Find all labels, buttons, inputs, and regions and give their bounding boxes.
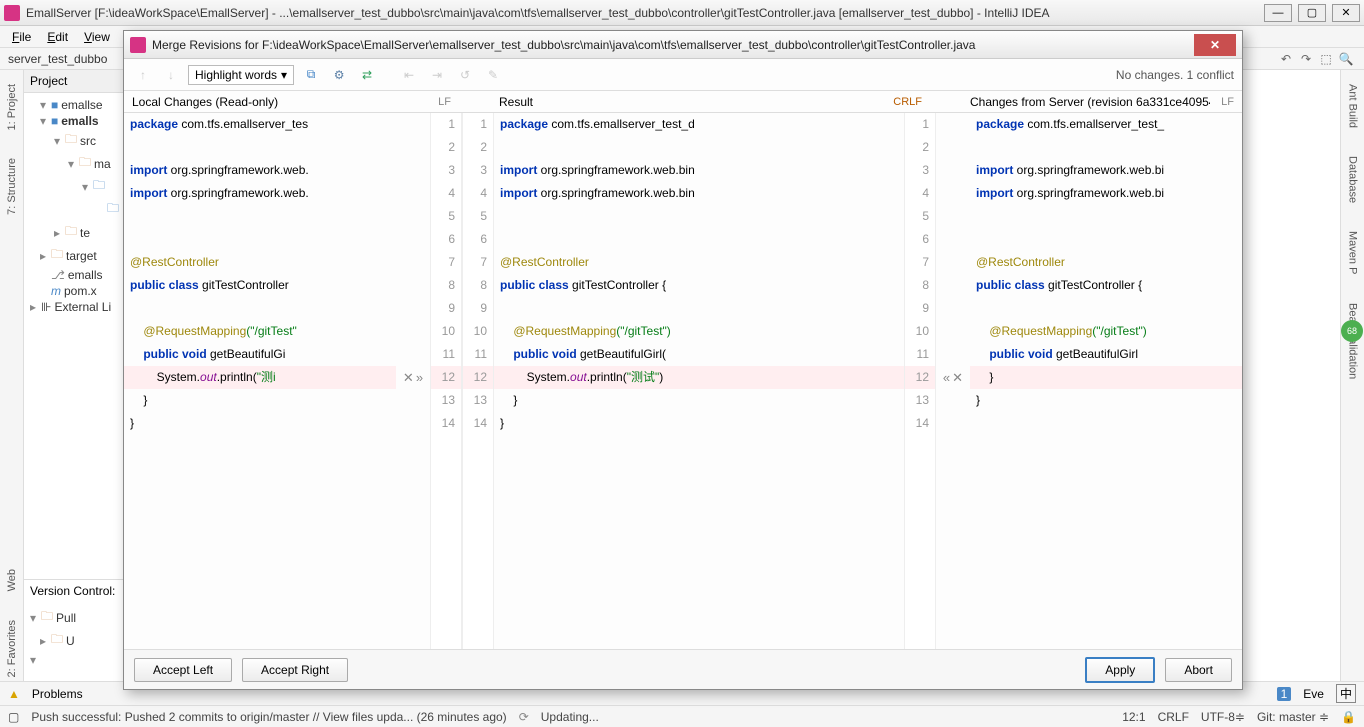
collapse-icon[interactable]: ⧉ — [300, 64, 322, 86]
right-code-pane[interactable]: package com.tfs.emallserver_test_import … — [970, 113, 1242, 649]
accept-left-button[interactable]: Accept Left — [134, 658, 232, 682]
merge-body: package com.tfs.emallserver_tesimport or… — [124, 113, 1242, 649]
status-message: Push successful: Pushed 2 commits to ori… — [31, 710, 506, 724]
tab-ant-build[interactable]: Ant Build — [1347, 80, 1359, 132]
problems-tab[interactable]: Problems — [32, 687, 83, 701]
left-gutter: 1234567891011121314 — [430, 113, 462, 649]
accept-left-icon[interactable]: » — [416, 370, 423, 385]
window-title: EmallServer [F:\ideaWorkSpace\EmallServe… — [26, 6, 1264, 20]
accept-right-icon[interactable]: « — [943, 370, 950, 385]
mid-right-gutter: 1234567891011121314 — [904, 113, 936, 649]
status-updating: Updating... — [541, 710, 599, 724]
accept-right-button[interactable]: Accept Right — [242, 658, 348, 682]
menu-file[interactable]: File — [4, 28, 39, 46]
project-header: Project — [24, 70, 123, 93]
project-tree[interactable]: ▾■emallse ▾■emalls ▾🗀src ▾🗀ma ▾🗀 🗀 ▸🗀te … — [24, 93, 123, 319]
forward-icon[interactable]: ↷ — [1296, 49, 1316, 69]
dialog-footer: Accept Left Accept Right Apply Abort — [124, 649, 1242, 689]
dialog-toolbar: ↑ ↓ Highlight words▾ ⧉ ⚙ ⇄ ⇤ ⇥ ↺ ✎ No ch… — [124, 59, 1242, 91]
window-titlebar: EmallServer [F:\ideaWorkSpace\EmallServe… — [0, 0, 1364, 26]
minimize-button[interactable]: — — [1264, 4, 1292, 22]
reject-right-icon[interactable]: ✕ — [952, 370, 963, 386]
git-branch[interactable]: Git: master ≑ — [1257, 710, 1329, 724]
apply-right-icon[interactable]: ⇥ — [426, 64, 448, 86]
search-icon[interactable]: 🔍 — [1336, 49, 1356, 69]
highlight-dropdown[interactable]: Highlight words▾ — [188, 65, 294, 85]
right-line-ending: LF — [1221, 96, 1234, 108]
dialog-title: Merge Revisions for F:\ideaWorkSpace\Ema… — [152, 38, 1194, 52]
tab-web[interactable]: Web — [6, 565, 18, 595]
conflict-status: No changes. 1 conflict — [1116, 68, 1234, 82]
gear-icon[interactable]: ⚙ — [328, 64, 350, 86]
event-log-tab[interactable]: Eve — [1303, 687, 1324, 701]
project-header-label: Project — [30, 74, 67, 88]
project-tool-window: Project ▾■emallse ▾■emalls ▾🗀src ▾🗀ma ▾🗀… — [24, 70, 124, 681]
left-tool-stripe: 1: Project 7: Structure Web 2: Favorites — [0, 70, 24, 681]
menu-edit[interactable]: Edit — [39, 28, 76, 46]
result-code-pane[interactable]: package com.tfs.emallserver_test_dimport… — [494, 113, 904, 649]
result-pane-label: Result — [499, 95, 533, 109]
reject-left-icon[interactable]: ✕ — [403, 370, 414, 386]
left-merge-controls: ✕» — [396, 113, 430, 649]
next-diff-icon[interactable]: ↓ — [160, 64, 182, 86]
settings-icon[interactable]: ⬚ — [1316, 49, 1336, 69]
dialog-icon — [130, 37, 146, 53]
left-pane-label: Local Changes (Read-only) — [132, 95, 278, 109]
mid-left-gutter: 1234567891011121314 — [462, 113, 494, 649]
sync-scroll-icon[interactable]: ⇄ — [356, 64, 378, 86]
maximize-button[interactable]: ▢ — [1298, 4, 1326, 22]
close-button[interactable]: ✕ — [1332, 4, 1360, 22]
result-line-ending: CRLF — [893, 96, 922, 108]
app-icon — [4, 5, 20, 21]
tab-structure[interactable]: 7: Structure — [6, 154, 18, 219]
dialog-close-button[interactable]: ✕ — [1194, 34, 1236, 56]
dialog-titlebar: Merge Revisions for F:\ideaWorkSpace\Ema… — [124, 31, 1242, 59]
prev-diff-icon[interactable]: ↑ — [132, 64, 154, 86]
apply-button[interactable]: Apply — [1085, 657, 1155, 683]
back-icon[interactable]: ↶ — [1276, 49, 1296, 69]
left-line-ending: LF — [438, 96, 451, 108]
breadcrumb[interactable]: server_test_dubbo — [8, 52, 107, 66]
apply-left-icon[interactable]: ⇤ — [398, 64, 420, 86]
tab-project[interactable]: 1: Project — [6, 80, 18, 134]
tab-database[interactable]: Database — [1347, 152, 1359, 207]
left-code-pane[interactable]: package com.tfs.emallserver_tesimport or… — [124, 113, 396, 649]
encoding[interactable]: UTF-8≑ — [1201, 710, 1245, 724]
tab-favorites[interactable]: 2: Favorites — [6, 616, 18, 681]
merge-revisions-dialog: Merge Revisions for F:\ideaWorkSpace\Ema… — [123, 30, 1243, 690]
inspection-badge[interactable]: 68 — [1341, 320, 1363, 342]
lock-icon[interactable]: 🔒 — [1341, 710, 1356, 724]
line-ending[interactable]: CRLF — [1158, 710, 1189, 724]
version-control-header: Version Control: — [24, 579, 123, 602]
revert-icon[interactable]: ↺ — [454, 64, 476, 86]
pane-headers: Local Changes (Read-only) LF Result CRLF… — [124, 91, 1242, 113]
ime-indicator[interactable]: 中 — [1336, 684, 1356, 703]
menu-view[interactable]: View — [76, 28, 118, 46]
right-merge-controls: «✕ — [936, 113, 970, 649]
magic-icon[interactable]: ✎ — [482, 64, 504, 86]
abort-button[interactable]: Abort — [1165, 658, 1232, 682]
right-pane-label: Changes from Server (revision 6a331ce409… — [970, 95, 1210, 109]
tab-maven[interactable]: Maven P — [1347, 227, 1359, 278]
caret-position[interactable]: 12:1 — [1122, 710, 1145, 724]
status-badge[interactable]: 1 — [1277, 687, 1292, 701]
status-bar: ▢ Push successful: Pushed 2 commits to o… — [0, 705, 1364, 727]
right-tool-stripe: Ant Build Database Maven P Bean Validati… — [1340, 70, 1364, 681]
